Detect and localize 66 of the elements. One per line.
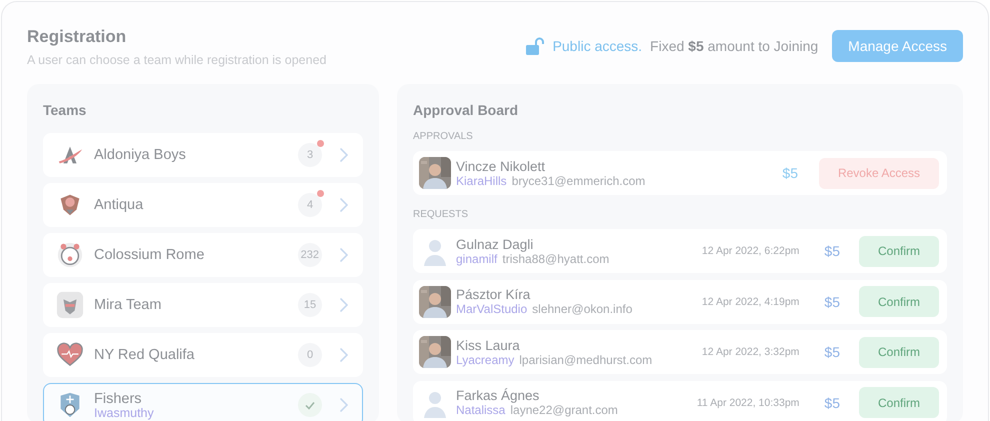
amount: $5 [824,344,840,360]
chevron-icon[interactable] [340,348,348,362]
team-name: Antiqua [94,197,144,213]
confirm-button[interactable]: Confirm [859,387,939,418]
amount: $5 [824,394,840,410]
team-name: Fishers [94,390,143,406]
revoke-access-button[interactable]: Revoke Access [819,158,939,188]
chevron-icon[interactable] [340,298,348,312]
logo-icon [56,291,84,319]
team-item[interactable]: NY Red Qualifa 0 [43,333,363,377]
username-link[interactable]: MarValStudio [456,302,528,316]
team-name: Mira Team [94,297,162,313]
request-date: 12 Apr 2022, 4:19pm [702,296,800,308]
member-count: 3 [298,143,322,167]
chevron-icon[interactable] [340,398,348,412]
team-name: Colossium Rome [94,247,206,263]
heart-icon [56,341,84,369]
page-title: Registration [27,27,128,47]
request-date: 12 Apr 2022, 6:22pm [702,245,800,257]
team-item[interactable]: Fishers Iwasmuthy [43,383,363,421]
user-email: layne22@grant.com [510,403,618,417]
chevron-icon[interactable] [340,248,348,262]
team-name: Aldoniya Boys [94,147,187,163]
team-item[interactable]: Colossium Rome 232 [43,233,363,277]
user-name: Vincze Nikolett [456,158,546,174]
amount: $5 [782,165,798,181]
user-email: bryce31@emmerich.com [512,174,646,188]
request-date: 11 Apr 2022, 10:33pm [696,396,800,408]
username-link[interactable]: ginamilf [456,252,498,266]
manage-access-button[interactable]: Manage Access [832,30,963,62]
user-email: lparisian@medhurst.com [519,352,652,366]
team-item[interactable]: Mira Team 15 [43,283,363,327]
confirm-button[interactable]: Confirm [859,236,939,266]
unlocked-icon [524,37,545,55]
team-item[interactable]: Aldoniya Boys 3 [43,133,363,177]
panel-title: Teams [43,102,88,118]
logo-icon [56,241,84,269]
member-count: 4 [298,193,322,217]
amount: $5 [824,243,840,259]
section-label: REQUESTS [413,209,470,220]
confirm-button[interactable]: Confirm [859,336,939,368]
member-count: 15 [298,293,322,317]
team-username: Iwasmuthy [94,406,155,420]
team-name: NY Red Qualifa [94,347,196,363]
chevron-icon[interactable] [340,198,348,212]
request-date: 12 Apr 2022, 3:32pm [702,346,800,358]
section-label: APPROVALS [413,131,474,142]
panel-title: Approval Board [413,102,520,118]
check-icon [298,393,322,417]
user-name: Pásztor Kíra [456,287,532,302]
confirm-button[interactable]: Confirm [859,286,939,317]
user-name: Kiss Laura [456,338,521,352]
user-email: slehner@okon.info [532,302,632,316]
team-item[interactable]: Antiqua 4 [43,183,363,227]
user-name: Farkas Ágnes [456,388,540,403]
amount: $5 [824,294,840,310]
username-link[interactable]: KiaraHills [456,174,507,188]
username-link[interactable]: Lyacreamy [456,352,514,366]
user-name: Gulnaz Dagli [456,236,534,252]
access-status: Public access. [552,38,642,54]
user-email: trisha88@hyatt.com [502,252,610,266]
chevron-icon[interactable] [340,148,348,162]
access-description: Fixed $5 amount to Joining [650,38,818,54]
username-link[interactable]: Natalissa [456,403,506,417]
member-count: 232 [298,243,322,267]
member-count: 0 [298,343,322,367]
